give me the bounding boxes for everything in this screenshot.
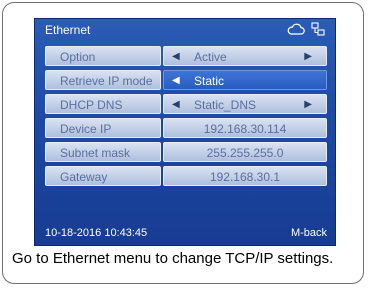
ethernet-screen: Ethernet Option ◀ Active ▶ Retrieve IP m… bbox=[34, 18, 336, 246]
datetime: 10-18-2016 10:43:45 bbox=[45, 227, 148, 239]
retrieve-ip-mode-select[interactable]: ◀ Static bbox=[163, 70, 327, 90]
retrieve-ip-mode-value: Static bbox=[194, 74, 225, 88]
settings-list: Option ◀ Active ▶ Retrieve IP mode ◀ Sta… bbox=[45, 46, 327, 190]
option-value: Active bbox=[194, 50, 227, 64]
row-dhcp-dns[interactable]: DHCP DNS ◀ Static_DNS ▶ bbox=[45, 94, 327, 114]
row-subnet-mask[interactable]: Subnet mask 255.255.255.0 bbox=[45, 142, 327, 162]
left-arrow-icon[interactable]: ◀ bbox=[172, 95, 180, 115]
option-select[interactable]: ◀ Active ▶ bbox=[163, 46, 327, 66]
gateway-field[interactable]: 192.168.30.1 bbox=[163, 166, 327, 186]
row-retrieve-ip-mode[interactable]: Retrieve IP mode ◀ Static bbox=[45, 70, 327, 90]
subnet-mask-field[interactable]: 255.255.255.0 bbox=[163, 142, 327, 162]
device-ip-label: Device IP bbox=[45, 118, 161, 138]
dhcp-dns-label: DHCP DNS bbox=[45, 94, 161, 114]
caption: Go to Ethernet menu to change TCP/IP set… bbox=[12, 250, 334, 267]
back-button[interactable]: M-back bbox=[291, 227, 327, 239]
status-icons bbox=[287, 22, 325, 36]
row-option[interactable]: Option ◀ Active ▶ bbox=[45, 46, 327, 66]
dhcp-dns-value: Static_DNS bbox=[194, 98, 257, 112]
gateway-label: Gateway bbox=[45, 166, 161, 186]
retrieve-ip-mode-label: Retrieve IP mode bbox=[45, 70, 161, 90]
screen-title: Ethernet bbox=[45, 23, 91, 37]
right-arrow-icon[interactable]: ▶ bbox=[304, 47, 312, 67]
left-arrow-icon[interactable]: ◀ bbox=[172, 47, 180, 67]
cloud-icon bbox=[287, 23, 305, 35]
network-icon bbox=[311, 22, 325, 36]
right-arrow-icon[interactable]: ▶ bbox=[304, 95, 312, 115]
subnet-mask-label: Subnet mask bbox=[45, 142, 161, 162]
option-label: Option bbox=[45, 46, 161, 66]
dhcp-dns-select[interactable]: ◀ Static_DNS ▶ bbox=[163, 94, 327, 114]
left-arrow-icon[interactable]: ◀ bbox=[172, 71, 180, 91]
row-gateway[interactable]: Gateway 192.168.30.1 bbox=[45, 166, 327, 186]
row-device-ip[interactable]: Device IP 192.168.30.114 bbox=[45, 118, 327, 138]
device-ip-field[interactable]: 192.168.30.114 bbox=[163, 118, 327, 138]
